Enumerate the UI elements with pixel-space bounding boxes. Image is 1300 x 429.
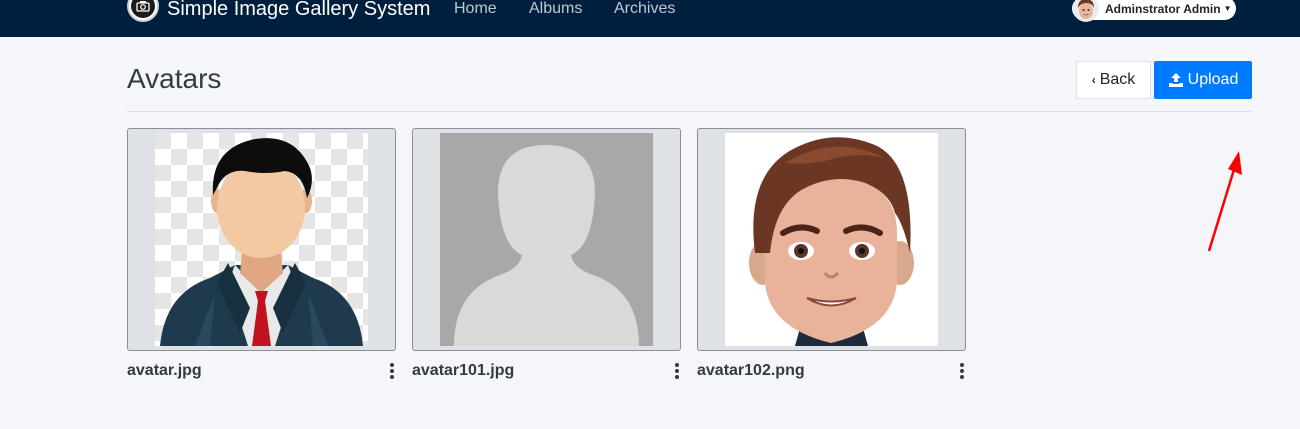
user-avatar	[1073, 0, 1099, 22]
top-navbar: Simple Image Gallery System Home Albums …	[0, 0, 1300, 37]
header-divider	[127, 111, 1252, 112]
caret-down-icon: ▼	[1223, 4, 1232, 13]
gallery-card-avatar102-png[interactable]	[697, 128, 966, 351]
image-filename[interactable]: avatar102.png	[697, 361, 805, 381]
back-button[interactable]: ‹ Back	[1076, 61, 1151, 99]
nav-link-archives[interactable]: Archives	[614, 0, 675, 19]
more-options-icon[interactable]	[672, 361, 682, 381]
image-thumbnail	[155, 133, 368, 346]
image-thumbnail	[725, 133, 938, 346]
gallery-card-avatar-jpg[interactable]	[127, 128, 396, 351]
logo-inner	[131, 0, 155, 18]
nav-link-albums[interactable]: Albums	[529, 0, 582, 19]
more-options-icon[interactable]	[957, 361, 967, 381]
brand-title[interactable]: Simple Image Gallery System	[167, 0, 430, 21]
annotation-arrow-icon	[1207, 151, 1242, 252]
image-thumbnail	[440, 133, 653, 346]
page-title: Avatars	[127, 63, 222, 94]
chevron-left-icon: ‹	[1091, 73, 1096, 87]
camera-icon	[136, 1, 150, 12]
upload-icon	[1168, 73, 1183, 87]
more-options-icon[interactable]	[387, 361, 397, 381]
image-filename[interactable]: avatar101.jpg	[412, 361, 514, 381]
gallery-card-avatar101-jpg[interactable]	[412, 128, 681, 351]
camera-logo-icon[interactable]	[127, 0, 159, 22]
nav-link-home[interactable]: Home	[454, 0, 497, 19]
upload-button[interactable]: Upload	[1154, 61, 1252, 99]
back-label: Back	[1099, 71, 1136, 88]
upload-label: Upload	[1187, 71, 1239, 88]
image-filename[interactable]: avatar.jpg	[127, 361, 202, 381]
user-menu-dropdown[interactable]: Adminstrator Admin ▼	[1072, 0, 1236, 22]
user-name: Adminstrator Admin	[1105, 1, 1221, 16]
